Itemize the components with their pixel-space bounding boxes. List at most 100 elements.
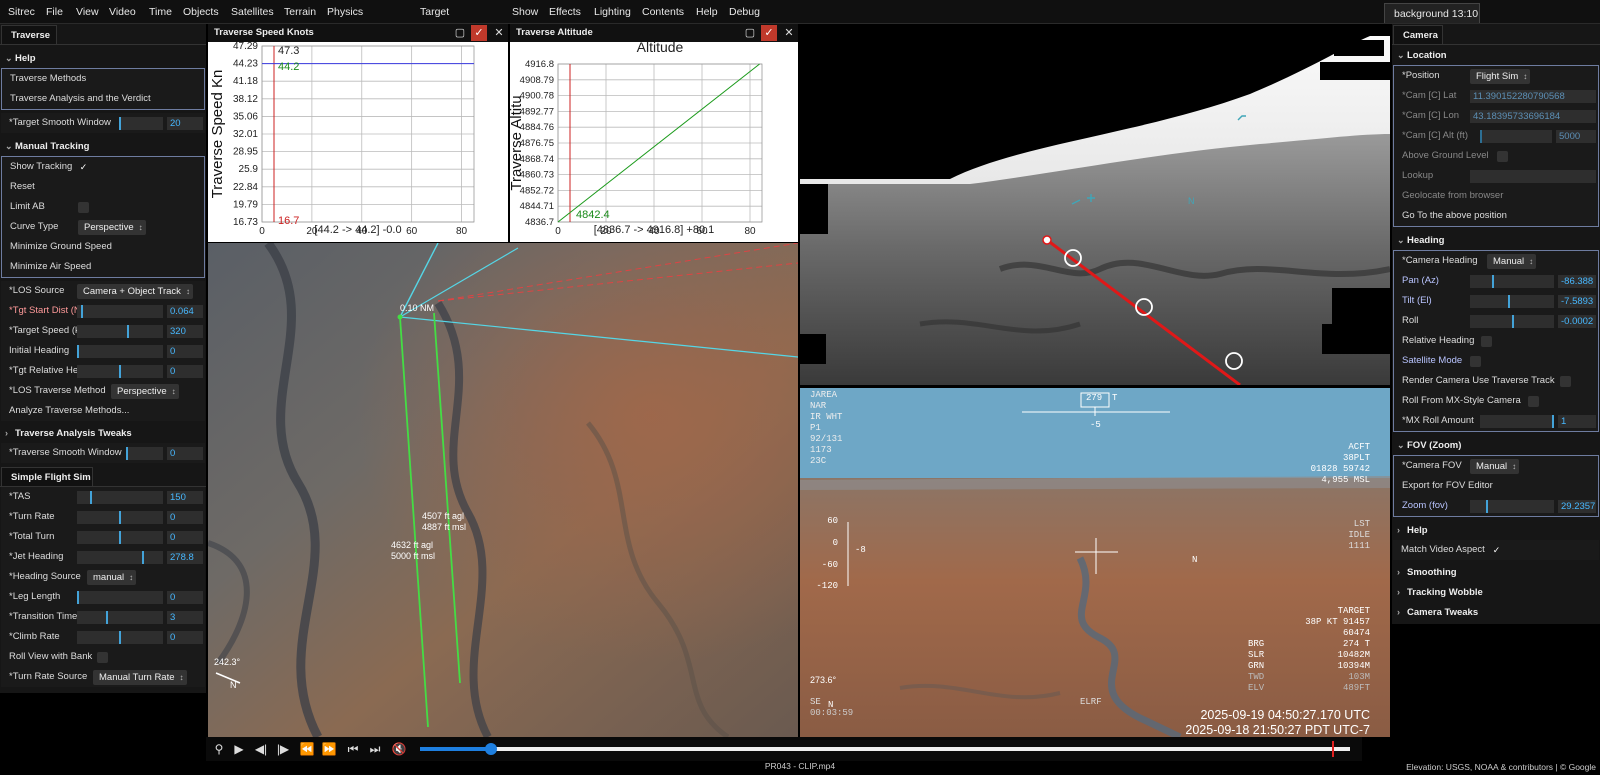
- menu-time[interactable]: Time: [149, 0, 172, 24]
- menu-target[interactable]: Target: [420, 0, 449, 24]
- timeline-track[interactable]: [420, 747, 1350, 751]
- menu-lighting[interactable]: Lighting: [594, 0, 631, 24]
- heading-header[interactable]: ⌄ Heading: [1392, 230, 1600, 250]
- tilt-slider[interactable]: [1470, 295, 1554, 308]
- traverse-smooth-value[interactable]: 0: [167, 447, 203, 460]
- lat-input[interactable]: 11.390152280790568: [1470, 90, 1596, 103]
- mx-roll-slider[interactable]: [1480, 415, 1554, 428]
- maximize-icon[interactable]: ▢: [742, 25, 758, 41]
- mx-roll-value[interactable]: 1: [1558, 415, 1596, 428]
- param-select[interactable]: Manual Turn Rate: [93, 670, 187, 685]
- param-slider[interactable]: [77, 611, 163, 624]
- param-value[interactable]: 0: [167, 365, 203, 378]
- camera-tab[interactable]: Camera: [1393, 25, 1443, 44]
- min-ground-speed-button[interactable]: Minimize Ground Speed: [10, 237, 112, 257]
- param-slider[interactable]: [77, 631, 163, 644]
- export-fov-button[interactable]: Export for FOV Editor: [1402, 476, 1493, 496]
- help-section-header[interactable]: ⌄ Help: [0, 48, 206, 68]
- fov-header[interactable]: ⌄ FOV (Zoom): [1392, 435, 1600, 455]
- param-select[interactable]: Camera + Object Track: [77, 284, 193, 299]
- menu-debug[interactable]: Debug: [729, 0, 760, 24]
- lon-input[interactable]: 43.18395733696184: [1470, 110, 1596, 123]
- show-tracking-checkbox[interactable]: ✓: [78, 162, 89, 173]
- step-back-icon[interactable]: ◀|: [252, 740, 270, 758]
- menu-video[interactable]: Video: [109, 0, 136, 24]
- mute-icon[interactable]: 🔇: [390, 740, 408, 758]
- alt-input[interactable]: 5000: [1556, 130, 1596, 143]
- geolocate-button[interactable]: Geolocate from browser: [1402, 186, 1503, 206]
- curve-type-select[interactable]: Perspective: [78, 220, 146, 235]
- timeline-end-marker[interactable]: [1332, 741, 1334, 757]
- traverse-tweaks-header[interactable]: › Traverse Analysis Tweaks: [0, 423, 206, 443]
- roll-value[interactable]: -0.0002: [1558, 315, 1596, 328]
- timeline-handle[interactable]: [485, 743, 497, 755]
- traverse-analysis-link[interactable]: Traverse Analysis and the Verdict: [10, 89, 151, 109]
- param-slider[interactable]: [77, 345, 163, 358]
- param-select[interactable]: Perspective: [111, 384, 179, 399]
- param-slider[interactable]: [77, 305, 163, 318]
- reset-button[interactable]: Reset: [10, 177, 35, 197]
- pin-icon[interactable]: ⚲: [210, 740, 228, 758]
- menu-terrain[interactable]: Terrain: [284, 0, 316, 24]
- step-forward-icon[interactable]: |▶: [274, 740, 292, 758]
- menu-help[interactable]: Help: [696, 0, 718, 24]
- param-value[interactable]: 320: [167, 325, 203, 338]
- param-slider[interactable]: [77, 365, 163, 378]
- target-smooth-slider[interactable]: [119, 117, 163, 130]
- menu-show[interactable]: Show: [512, 0, 538, 24]
- ir-camera-view[interactable]: N: [800, 24, 1390, 385]
- roll-slider[interactable]: [1470, 315, 1554, 328]
- goto-position-button[interactable]: Go To the above position: [1402, 206, 1507, 226]
- alt-slider[interactable]: [1480, 130, 1552, 143]
- menu-effects[interactable]: Effects: [549, 0, 581, 24]
- menu-sitrec[interactable]: Sitrec: [8, 0, 35, 24]
- mx-roll-checkbox[interactable]: [1528, 396, 1539, 407]
- camera-heading-select[interactable]: Manual: [1487, 254, 1537, 269]
- param-checkbox[interactable]: [97, 652, 108, 663]
- param-value[interactable]: 0: [167, 345, 203, 358]
- skip-end-icon[interactable]: ⏭: [366, 740, 384, 758]
- match-aspect-checkbox[interactable]: ✓: [1491, 545, 1502, 556]
- camera-tweaks-header[interactable]: › Camera Tweaks: [1392, 602, 1600, 622]
- param-slider[interactable]: [77, 551, 163, 564]
- tilt-value[interactable]: -7.5893: [1558, 295, 1596, 308]
- traverse-methods-link[interactable]: Traverse Methods: [10, 69, 86, 89]
- pan-value[interactable]: -86.388: [1558, 275, 1596, 288]
- min-air-speed-button[interactable]: Minimize Air Speed: [10, 257, 91, 277]
- param-value[interactable]: 0: [167, 591, 203, 604]
- fast-forward-icon[interactable]: ⏩: [320, 740, 338, 758]
- param-slider[interactable]: [77, 511, 163, 524]
- camera-help-header[interactable]: › Help: [1392, 520, 1600, 540]
- menu-file[interactable]: File: [46, 0, 63, 24]
- hud-camera-view[interactable]: JAREA NAR IR WHT P1 92/131 1173 23C 279 T -5 A…: [800, 388, 1390, 737]
- param-value[interactable]: 0: [167, 531, 203, 544]
- pan-slider[interactable]: [1470, 275, 1554, 288]
- rewind-icon[interactable]: ⏪: [298, 740, 316, 758]
- manual-tracking-header[interactable]: ⌄ Manual Tracking: [0, 136, 206, 156]
- param-select[interactable]: manual: [87, 570, 137, 585]
- menu-physics[interactable]: Physics: [327, 0, 363, 24]
- zoom-value[interactable]: 29.2357: [1558, 500, 1596, 513]
- param-value[interactable]: 0: [167, 631, 203, 644]
- param-slider[interactable]: [77, 491, 163, 504]
- position-select[interactable]: Flight Sim: [1470, 69, 1531, 84]
- main-3d-view[interactable]: 0.10 NM 4507 ft agl 4887 ft msl 4632 ft …: [208, 243, 798, 737]
- traverse-smooth-slider[interactable]: [126, 447, 163, 460]
- param-slider[interactable]: [77, 591, 163, 604]
- lookup-input[interactable]: [1470, 170, 1596, 183]
- close-icon[interactable]: ✕: [781, 25, 797, 41]
- menu-objects[interactable]: Objects: [183, 0, 219, 24]
- pin-icon[interactable]: ✓: [761, 25, 777, 41]
- flight-sim-tab[interactable]: Simple Flight Sim: [1, 467, 93, 486]
- play-icon[interactable]: ▶: [230, 740, 248, 758]
- param-slider[interactable]: [77, 531, 163, 544]
- pin-icon[interactable]: ✓: [471, 25, 487, 41]
- skip-start-icon[interactable]: ⏮: [344, 740, 362, 758]
- background-tab[interactable]: background 13:10: [1384, 3, 1480, 23]
- param-value[interactable]: 3: [167, 611, 203, 624]
- traverse-tab[interactable]: Traverse: [1, 25, 57, 44]
- menu-satellites[interactable]: Satellites: [231, 0, 274, 24]
- satellite-mode-checkbox[interactable]: [1470, 356, 1481, 367]
- param-value[interactable]: 0: [167, 511, 203, 524]
- smoothing-header[interactable]: › Smoothing: [1392, 562, 1600, 582]
